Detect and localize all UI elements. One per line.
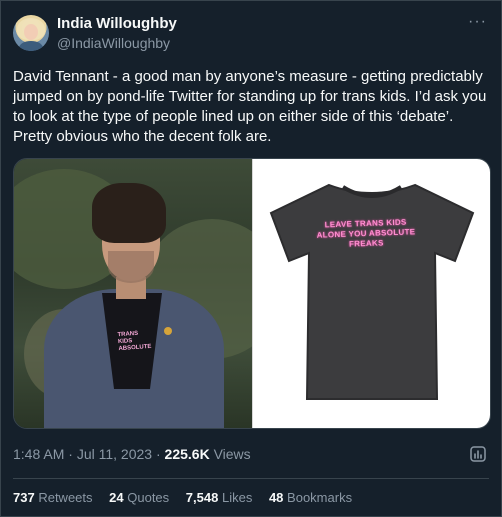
meta-separator: · bbox=[64, 446, 77, 462]
likes-label: Likes bbox=[221, 490, 253, 505]
tshirt-graphic bbox=[269, 183, 475, 400]
analytics-icon[interactable] bbox=[469, 445, 487, 463]
views-label: Views bbox=[209, 446, 251, 462]
quotes-label: Quotes bbox=[127, 490, 170, 505]
avatar-body bbox=[19, 41, 43, 51]
tweet-header: India Willoughby @IndiaWilloughby ··· bbox=[13, 13, 489, 53]
photo-beard bbox=[108, 251, 154, 283]
tweet-time[interactable]: 1:48 AM bbox=[13, 446, 64, 462]
media-photo-tshirt[interactable]: LEAVE TRANS KIDS ALONE YOU ABSOLUTE FREA… bbox=[252, 159, 490, 428]
bookmarks-label: Bookmarks bbox=[287, 490, 353, 505]
views-count: 225.6K bbox=[164, 446, 210, 462]
quotes-stat[interactable]: 24 Quotes bbox=[109, 489, 169, 507]
engagement-stats: 737 Retweets 24 Quotes 7,548 Likes 48 Bo… bbox=[13, 489, 365, 507]
tweet-meta: 1:48 AM · Jul 11, 2023 · 225.6K Views bbox=[13, 445, 251, 463]
retweets-count: 737 bbox=[13, 490, 35, 505]
tweet-date[interactable]: Jul 11, 2023 bbox=[77, 446, 152, 462]
photo-hair bbox=[92, 183, 166, 243]
divider bbox=[13, 478, 489, 479]
tshirt-print-text: LEAVE TRANS KIDS ALONE YOU ABSOLUTE FREA… bbox=[316, 217, 416, 249]
likes-stat[interactable]: 7,548 Likes bbox=[186, 489, 253, 507]
retweets-stat[interactable]: 737 Retweets bbox=[13, 489, 93, 507]
retweets-label: Retweets bbox=[38, 490, 93, 505]
media-photo-man[interactable]: TRANS KIDS ABSOLUTE bbox=[14, 159, 252, 428]
meta-separator: · bbox=[152, 446, 165, 462]
author-names: India Willoughby @IndiaWilloughby bbox=[57, 15, 177, 52]
avatar-face bbox=[24, 24, 38, 40]
tweet-text: David Tennant - a good man by anyone’s m… bbox=[13, 68, 487, 145]
tweet-card: India Willoughby @IndiaWilloughby ··· Da… bbox=[0, 0, 502, 517]
media-grid: TRANS KIDS ABSOLUTE LEAVE TRANS KIDS ALO… bbox=[13, 158, 491, 429]
quotes-count: 24 bbox=[109, 490, 124, 505]
likes-count: 7,548 bbox=[185, 490, 219, 505]
author-display-name[interactable]: India Willoughby bbox=[57, 15, 177, 33]
photo-shirt-text: TRANS KIDS ABSOLUTE bbox=[117, 330, 152, 353]
photo-lapel-pin bbox=[164, 327, 172, 335]
avatar[interactable] bbox=[13, 15, 49, 51]
bookmarks-stat[interactable]: 48 Bookmarks bbox=[269, 489, 352, 507]
more-horizontal-icon[interactable]: ··· bbox=[468, 14, 487, 30]
bookmarks-count: 48 bbox=[268, 490, 284, 505]
author-handle[interactable]: @IndiaWilloughby bbox=[57, 34, 177, 52]
